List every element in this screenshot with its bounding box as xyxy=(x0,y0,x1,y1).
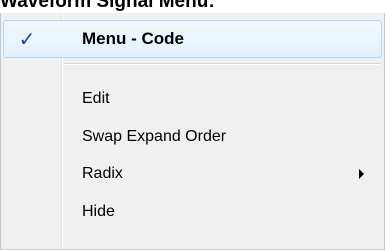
waveform-signal-context-menu: ✓ Menu - Code Edit Swap Expand Order Rad… xyxy=(0,13,385,250)
menu-item-label: Swap Expand Order xyxy=(82,128,227,145)
menu-item-label: Radix xyxy=(82,165,123,182)
page-title: Waveform Signal Menu: xyxy=(0,0,215,12)
submenu-arrow-icon xyxy=(359,169,364,179)
checkmark-icon: ✓ xyxy=(18,27,36,51)
menu-item-swap-expand-order[interactable]: Swap Expand Order xyxy=(3,118,382,156)
menu-item-label: Menu - Code xyxy=(82,29,184,48)
menu-item-hide[interactable]: Hide xyxy=(3,193,382,231)
menu-item-label: Hide xyxy=(82,203,115,220)
menu-item-label: Edit xyxy=(82,90,110,107)
menu-item-edit[interactable]: Edit xyxy=(3,80,382,118)
menu-separator xyxy=(64,63,380,65)
menu-item-menu-code[interactable]: ✓ Menu - Code xyxy=(3,20,382,58)
menu-item-radix[interactable]: Radix xyxy=(3,155,382,193)
